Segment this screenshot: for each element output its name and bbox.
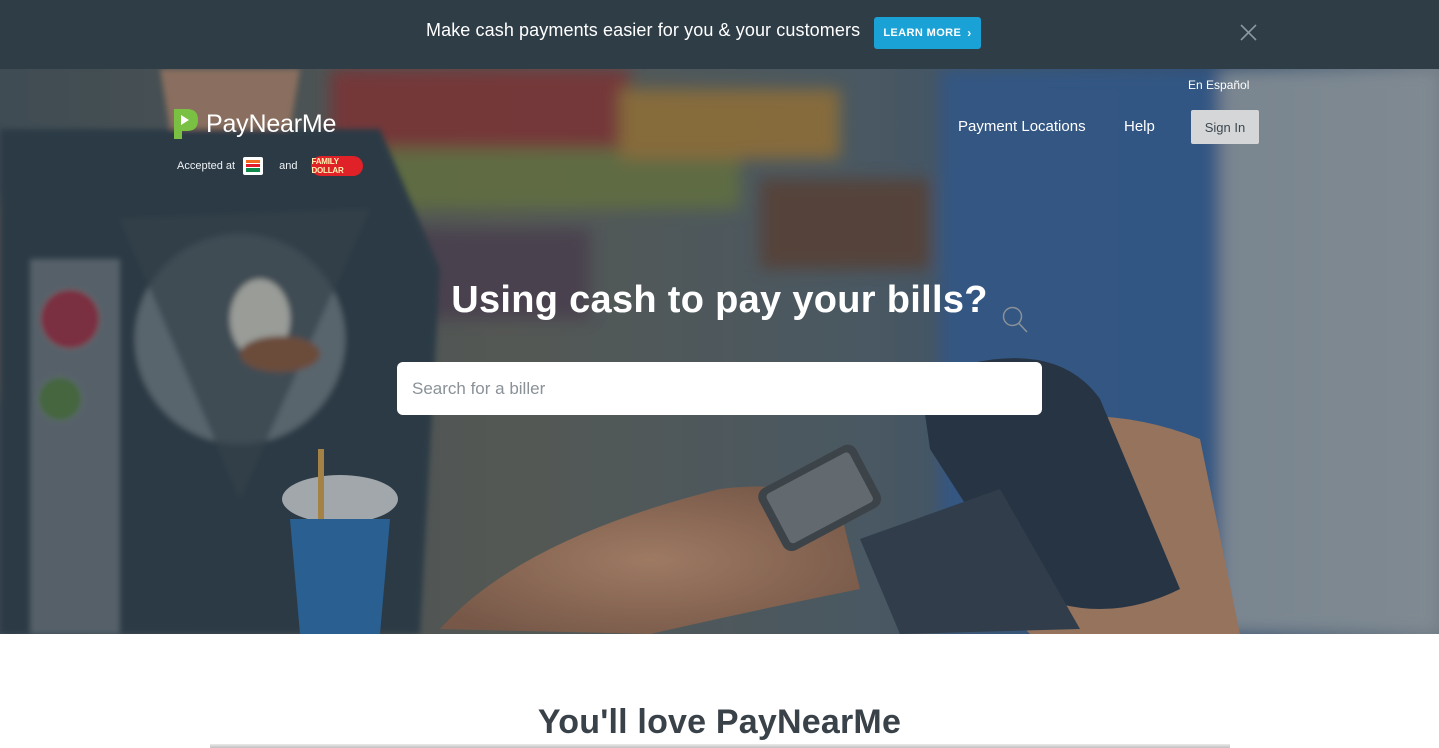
and-label: and bbox=[279, 160, 298, 172]
seven-eleven-logo bbox=[243, 157, 264, 175]
biller-search-input[interactable] bbox=[397, 362, 987, 415]
hero-title: Using cash to pay your bills? bbox=[451, 279, 988, 321]
content-card-edge bbox=[210, 744, 1230, 748]
promo-text: Make cash payments easier for you & your… bbox=[426, 20, 861, 40]
accepted-at-label: Accepted at bbox=[177, 160, 236, 172]
paynearme-logo[interactable]: PayNearMe bbox=[173, 108, 336, 140]
promo-banner: Make cash payments easier for you & your… bbox=[0, 0, 1439, 69]
nav-help[interactable]: Help bbox=[1124, 118, 1155, 135]
accepted-at-row: Accepted at and FAMILY DOLLAR bbox=[177, 156, 364, 176]
biller-search-box bbox=[397, 362, 1042, 415]
nav-payment-locations[interactable]: Payment Locations bbox=[958, 118, 1086, 135]
chevron-right-icon: › bbox=[967, 26, 972, 40]
hero: PayNearMe Accepted at and FAMILY DOLLAR … bbox=[0, 69, 1439, 634]
sign-in-button[interactable]: Sign In bbox=[1191, 110, 1259, 144]
family-dollar-logo: FAMILY DOLLAR bbox=[311, 156, 364, 176]
language-link[interactable]: En Español bbox=[1188, 78, 1249, 92]
hero-overlay bbox=[0, 69, 1439, 634]
section-title: You'll love PayNearMe bbox=[537, 703, 902, 741]
search-icon[interactable] bbox=[1002, 306, 1028, 333]
learn-more-button[interactable]: LEARN MORE › bbox=[874, 17, 981, 49]
learn-more-label: LEARN MORE bbox=[883, 27, 962, 39]
brand-name: PayNearMe bbox=[206, 109, 337, 138]
close-icon[interactable] bbox=[1240, 24, 1257, 41]
paynearme-logo-icon bbox=[174, 109, 198, 139]
